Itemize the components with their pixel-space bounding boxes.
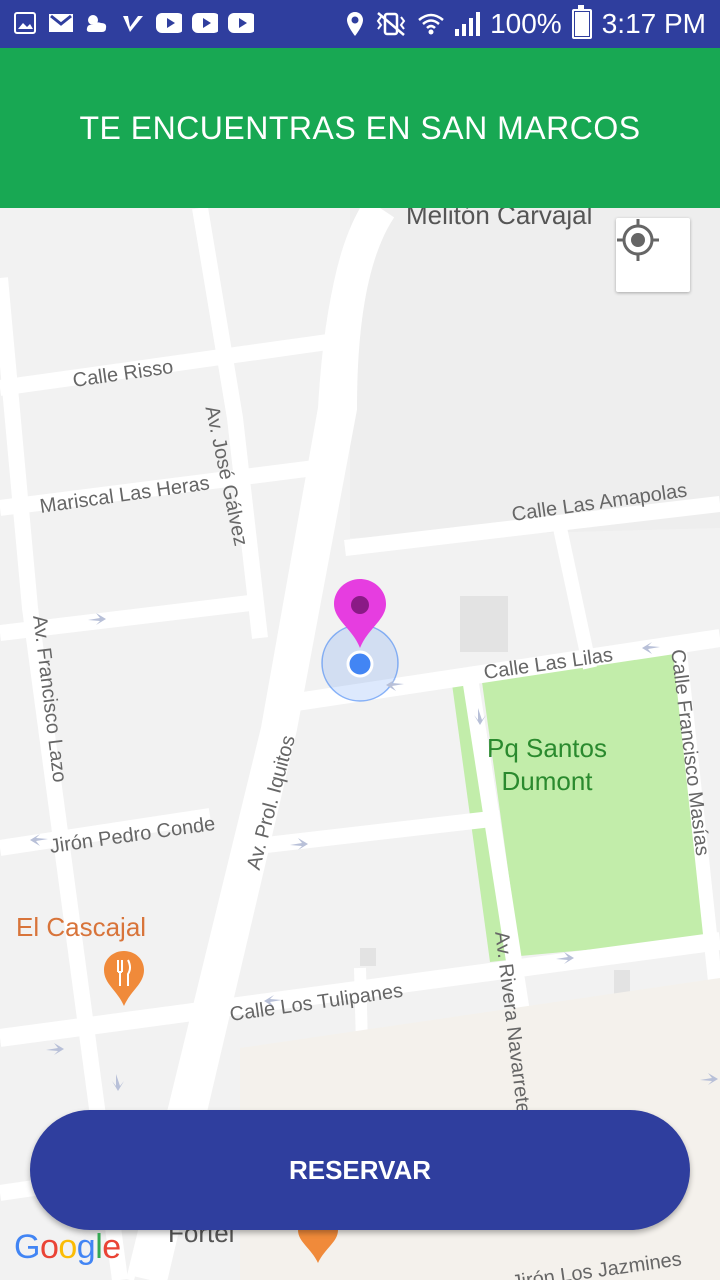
tasks-icon — [120, 10, 146, 36]
poi-label: El Cascajal — [16, 912, 147, 942]
park-label: Pq Santos Dumont — [487, 733, 607, 796]
youtube-icon — [228, 10, 254, 36]
wifi-icon — [418, 13, 444, 35]
my-location-button[interactable] — [616, 218, 690, 292]
youtube-icon — [156, 10, 182, 36]
image-icon — [12, 10, 38, 36]
page-title: TE ENCUENTRAS EN SAN MARCOS — [79, 109, 641, 146]
vibrate-icon — [376, 12, 406, 36]
status-bar: 100% 3:17 PM — [0, 0, 720, 48]
notification-icons — [12, 10, 254, 36]
street-label: Melitón Carvajal — [406, 208, 593, 230]
gmail-icon — [48, 10, 74, 36]
location-icon — [347, 12, 364, 36]
reservar-button[interactable]: RESERVAR — [30, 1110, 690, 1230]
crosshair-icon — [617, 219, 659, 261]
my-location-dot — [346, 650, 374, 678]
youtube-icon — [192, 10, 218, 36]
clock: 3:17 PM — [601, 8, 706, 39]
google-logo: Google — [14, 1228, 121, 1266]
battery-percent: 100% — [490, 8, 562, 39]
weather-icon — [84, 10, 110, 36]
app-header: TE ENCUENTRAS EN SAN MARCOS — [0, 48, 720, 208]
battery-icon — [571, 5, 592, 39]
signal-icon — [455, 12, 481, 36]
system-status: 100% 3:17 PM — [346, 5, 706, 42]
